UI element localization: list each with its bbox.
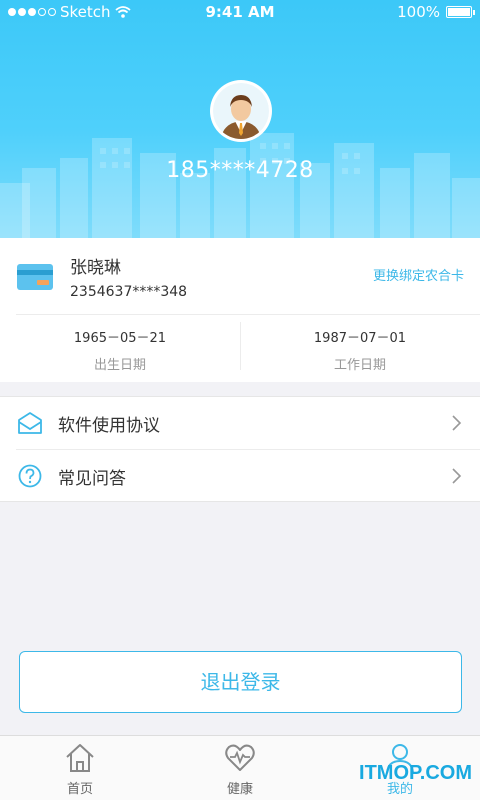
home-icon bbox=[66, 744, 94, 772]
birth-date-block: 1965－05－21 出生日期 bbox=[0, 327, 240, 373]
tab-label: 健康 bbox=[226, 782, 253, 797]
tab-home[interactable]: 首页 bbox=[0, 736, 160, 800]
battery-icon bbox=[446, 6, 475, 18]
menu-item-label: 软件使用协议 bbox=[58, 416, 160, 436]
tab-label: 首页 bbox=[66, 782, 93, 797]
tab-health[interactable]: 健康 bbox=[160, 736, 320, 800]
card-holder-name: 张晓琳 bbox=[70, 258, 121, 278]
question-icon bbox=[18, 464, 42, 488]
work-date-block: 1987－07－01 工作日期 bbox=[240, 327, 480, 373]
user-avatar-icon bbox=[213, 83, 269, 139]
menu-item-faq[interactable]: 常见问答 bbox=[0, 450, 480, 502]
heart-pulse-icon bbox=[225, 744, 255, 771]
status-right: 100% bbox=[397, 3, 475, 21]
menu-item-agreement[interactable]: 软件使用协议 bbox=[0, 397, 480, 450]
work-date-label: 工作日期 bbox=[333, 358, 386, 373]
battery-percent: 100% bbox=[397, 3, 440, 21]
birth-date-value: 1965－05－21 bbox=[73, 331, 167, 346]
card-number: 2354637****348 bbox=[70, 284, 188, 300]
birth-date-label: 出生日期 bbox=[93, 358, 146, 373]
work-date-value: 1987－07－01 bbox=[313, 331, 407, 346]
status-bar: Sketch 9:41 AM 100% bbox=[0, 0, 480, 24]
rebind-card-link[interactable]: 更换绑定农合卡 bbox=[373, 265, 464, 284]
phone-number: 185****4728 bbox=[166, 158, 314, 183]
logout-button[interactable]: 退出登录 bbox=[19, 651, 462, 713]
chevron-right-icon bbox=[452, 468, 462, 484]
card-divider bbox=[16, 314, 480, 315]
chevron-right-icon bbox=[452, 415, 462, 431]
menu-item-label: 常见问答 bbox=[58, 469, 126, 489]
site-watermark: ITMOP.COM bbox=[359, 762, 472, 784]
settings-menu: 软件使用协议 常见问答 bbox=[0, 396, 480, 502]
city-skyline-illustration bbox=[0, 133, 480, 238]
envelope-icon bbox=[18, 412, 42, 434]
avatar[interactable] bbox=[210, 80, 272, 142]
profile-header: Sketch 9:41 AM 100% 185****4728 bbox=[0, 0, 480, 238]
bank-card-icon bbox=[17, 264, 53, 290]
